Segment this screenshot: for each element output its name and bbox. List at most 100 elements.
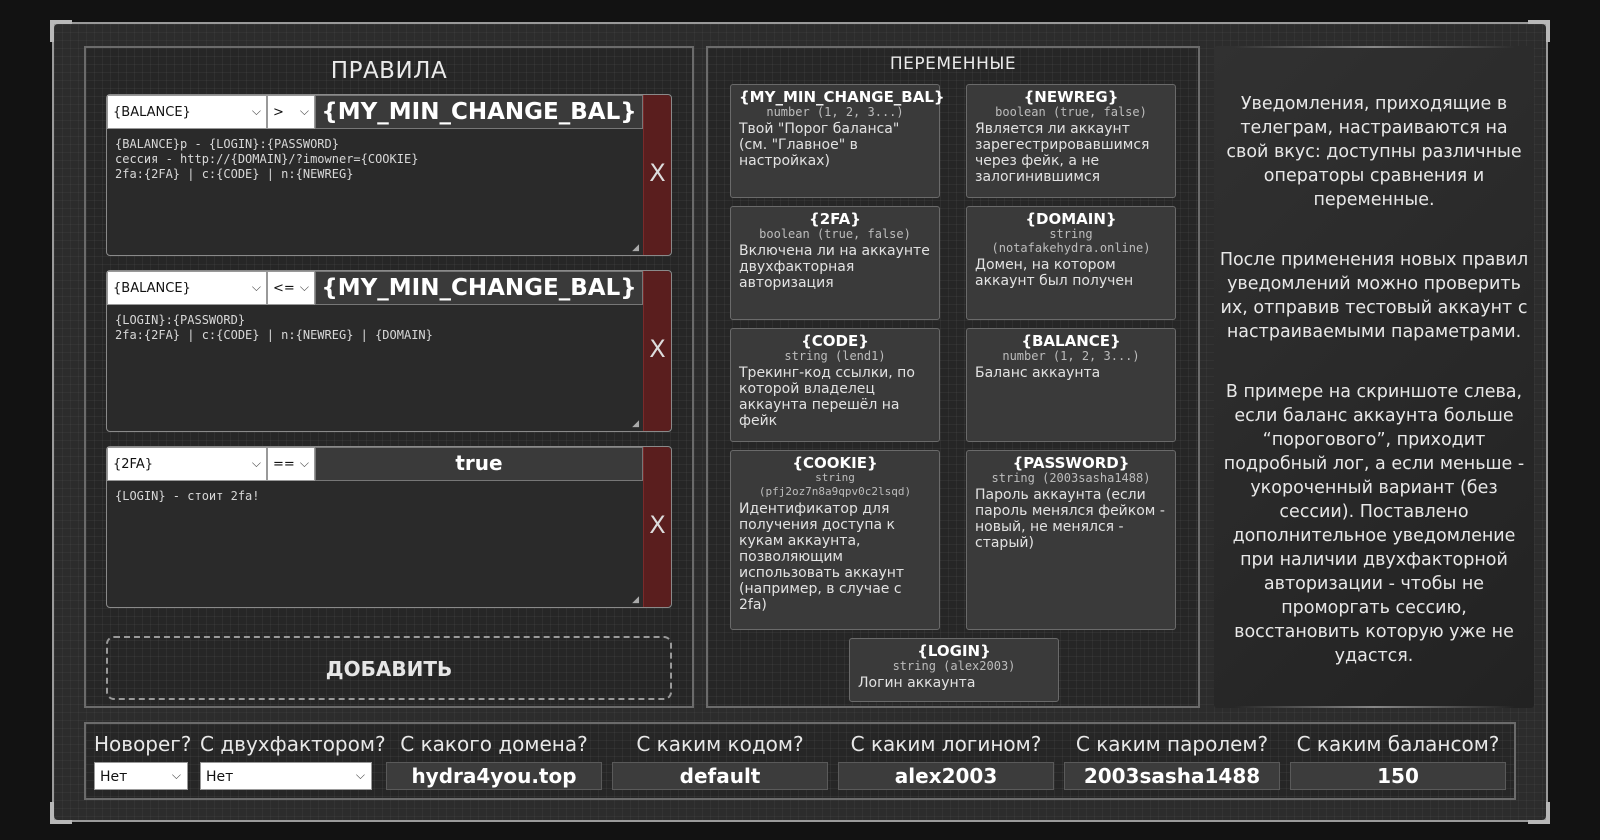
variable-name: {DOMAIN} xyxy=(1025,210,1117,228)
variable-type: number (1, 2, 3...) xyxy=(1002,349,1140,363)
corner-decoration xyxy=(50,20,72,42)
divider xyxy=(1234,706,1514,708)
rule-message-textarea[interactable]: {LOGIN} - стоит 2fa! xyxy=(115,489,631,504)
variable-type: string (lend1) xyxy=(784,349,886,363)
rule-operator-select[interactable]: > ⌵ xyxy=(267,95,315,129)
variable-type: string (alex2003) xyxy=(892,659,1016,673)
variable-name: {NEWREG} xyxy=(1023,88,1119,106)
variable-card-my-min-change-bal: {MY_MIN_CHANGE_BAL} number (1, 2, 3...) … xyxy=(730,84,945,198)
variable-name: {MY_MIN_CHANGE_BAL} xyxy=(739,88,945,106)
domain-field: С какого домена? xyxy=(386,724,602,756)
corner-decoration xyxy=(1528,802,1550,824)
variable-name: {COOKIE} xyxy=(792,454,878,472)
variable-type: string (notafakehydra.online) xyxy=(991,227,1151,255)
variable-name: {LOGIN} xyxy=(917,642,991,660)
resize-handle-icon[interactable]: ◢ xyxy=(632,243,639,253)
rule-variable-select[interactable]: {BALANCE} ⌵ xyxy=(107,271,267,305)
variable-description: Пароль аккаунта (если пароль менялся фей… xyxy=(975,487,1165,551)
code-input[interactable]: default xyxy=(612,762,828,790)
chevron-down-icon: ⌵ xyxy=(299,104,309,118)
variable-description: Идентификатор для получения доступа к ку… xyxy=(739,501,905,613)
variable-description: Логин аккаунта xyxy=(858,675,976,691)
variable-type: number (1, 2, 3...) xyxy=(766,105,904,119)
rule-value-input[interactable]: {MY_MIN_CHANGE_BAL} xyxy=(315,271,643,305)
rule-3: {2FA} ⌵ == ⌵ true {LOGIN} - стоит 2fa! ◢ X xyxy=(106,446,672,608)
resize-handle-icon[interactable]: ◢ xyxy=(632,595,639,605)
newreg-label: Новорег? xyxy=(94,732,192,756)
chevron-down-icon: ⌵ xyxy=(355,768,365,782)
chevron-down-icon: ⌵ xyxy=(251,456,261,470)
variable-description: Включена ли на аккаунте двухфакторная ав… xyxy=(739,243,930,291)
info-paragraph: В примере на скриншоте слева, если балан… xyxy=(1223,382,1525,666)
rule-1: {BALANCE} ⌵ > ⌵ {MY_MIN_CHANGE_BAL} {BALAN… xyxy=(106,94,672,256)
variable-name: {CODE} xyxy=(801,332,869,350)
domain-label: С какого домена? xyxy=(400,732,588,756)
info-paragraph: После применения новых правил уведомлени… xyxy=(1219,250,1529,342)
info-panel: Уведомления, приходящие в телеграм, наст… xyxy=(1214,46,1534,708)
variable-description: Твой "Порог баланса" (см. "Главное" в на… xyxy=(739,121,900,169)
delete-rule-button[interactable]: X xyxy=(643,447,671,607)
variables-title: ПЕРЕМЕННЫЕ xyxy=(889,54,1017,74)
chevron-down-icon: ⌵ xyxy=(251,104,261,118)
rule-operator-select[interactable]: <= ⌵ xyxy=(267,271,315,305)
variable-card-balance: {BALANCE} number (1, 2, 3...) Баланс акк… xyxy=(966,328,1176,442)
variable-description: Является ли аккаунт зарегестрировавшимся… xyxy=(975,121,1150,185)
variable-description: Баланс аккаунта xyxy=(975,365,1101,381)
domain-input[interactable]: hydra4you.top xyxy=(386,762,602,790)
variable-card-domain: {DOMAIN} string (notafakehydra.online) Д… xyxy=(966,206,1176,320)
info-paragraph: Уведомления, приходящие в телеграм, наст… xyxy=(1226,94,1522,210)
variable-type: string (pfj2oz7n8a9qpv0c2lsqd) xyxy=(758,471,912,498)
balance-label: С каким балансом? xyxy=(1296,732,1500,756)
rules-panel: ПРАВИЛА {BALANCE} ⌵ > ⌵ {MY_MIN_CHANGE_BAL… xyxy=(84,46,694,708)
corner-decoration xyxy=(1528,20,1550,42)
test-bar: Новорег? Нет ⌵ С двухфактором? Нет ⌵ С как… xyxy=(84,722,1516,800)
delete-rule-button[interactable]: X xyxy=(643,95,671,255)
variable-name: {BALANCE} xyxy=(1021,332,1121,350)
login-field: С каким логином? xyxy=(838,724,1054,756)
resize-handle-icon[interactable]: ◢ xyxy=(632,419,639,429)
balance-input[interactable]: 150 xyxy=(1290,762,1506,790)
chevron-down-icon: ⌵ xyxy=(299,280,309,294)
twofa-label: С двухфактором? xyxy=(200,732,386,756)
variable-name: {PASSWORD} xyxy=(1012,454,1130,472)
variable-card-newreg: {NEWREG} boolean (true, false) Является … xyxy=(966,84,1176,198)
twofa-select[interactable]: Нет ⌵ xyxy=(200,762,372,790)
variable-name: {2FA} xyxy=(809,210,861,228)
variables-panel: ПЕРЕМЕННЫЕ {MY_MIN_CHANGE_BAL} number (1… xyxy=(706,46,1200,708)
variable-description: Трекинг-код ссылки, по которой владелец … xyxy=(739,365,915,429)
delete-rule-button[interactable]: X xyxy=(643,271,671,431)
balance-field: С каким балансом? xyxy=(1290,724,1506,756)
login-label: С каким логином? xyxy=(850,732,1042,756)
rule-operator-select[interactable]: == ⌵ xyxy=(267,447,315,481)
rule-message-textarea[interactable]: {LOGIN}:{PASSWORD} 2fa:{2FA} | c:{CODE} … xyxy=(115,313,631,343)
password-input[interactable]: 2003sasha1488 xyxy=(1064,762,1280,790)
rule-variable-select[interactable]: {2FA} ⌵ xyxy=(107,447,267,481)
variable-description: Домен, на котором аккаунт был получен xyxy=(975,257,1134,289)
code-label: С каким кодом? xyxy=(636,732,804,756)
rule-value-input[interactable]: true xyxy=(315,447,643,481)
code-field: С каким кодом? xyxy=(612,724,828,756)
rule-2: {BALANCE} ⌵ <= ⌵ {MY_MIN_CHANGE_BAL} {LOGI… xyxy=(106,270,672,432)
twofa-field: С двухфактором? xyxy=(200,724,386,756)
rules-title: ПРАВИЛА xyxy=(330,58,448,84)
variable-card-password: {PASSWORD} string (2003sasha1488) Пароль… xyxy=(966,450,1176,630)
variable-type: boolean (true, false) xyxy=(995,105,1147,119)
add-rule-button[interactable]: ДОБАВИТЬ xyxy=(106,636,672,700)
variable-type: boolean (true, false) xyxy=(759,227,911,241)
newreg-select[interactable]: Нет ⌵ xyxy=(94,762,188,790)
password-label: С каким паролем? xyxy=(1075,732,1269,756)
variable-card-code: {CODE} string (lend1) Трекинг-код ссылки… xyxy=(730,328,940,442)
rule-value-input[interactable]: {MY_MIN_CHANGE_BAL} xyxy=(315,95,643,129)
divider xyxy=(1234,46,1514,48)
variable-type: string (2003sasha1488) xyxy=(991,471,1151,485)
chevron-down-icon: ⌵ xyxy=(251,280,261,294)
login-input[interactable]: alex2003 xyxy=(838,762,1054,790)
rule-variable-select[interactable]: {BALANCE} ⌵ xyxy=(107,95,267,129)
newreg-field: Новорег? xyxy=(94,724,194,756)
corner-decoration xyxy=(50,802,72,824)
variable-card-2fa: {2FA} boolean (true, false) Включена ли … xyxy=(730,206,940,320)
variable-card-cookie: {COOKIE} string (pfj2oz7n8a9qpv0c2lsqd) … xyxy=(730,450,940,630)
password-field: С каким паролем? xyxy=(1064,724,1280,756)
chevron-down-icon: ⌵ xyxy=(171,768,181,782)
rule-message-textarea[interactable]: {BALANCE}р - {LOGIN}:{PASSWORD} сессия -… xyxy=(115,137,631,182)
